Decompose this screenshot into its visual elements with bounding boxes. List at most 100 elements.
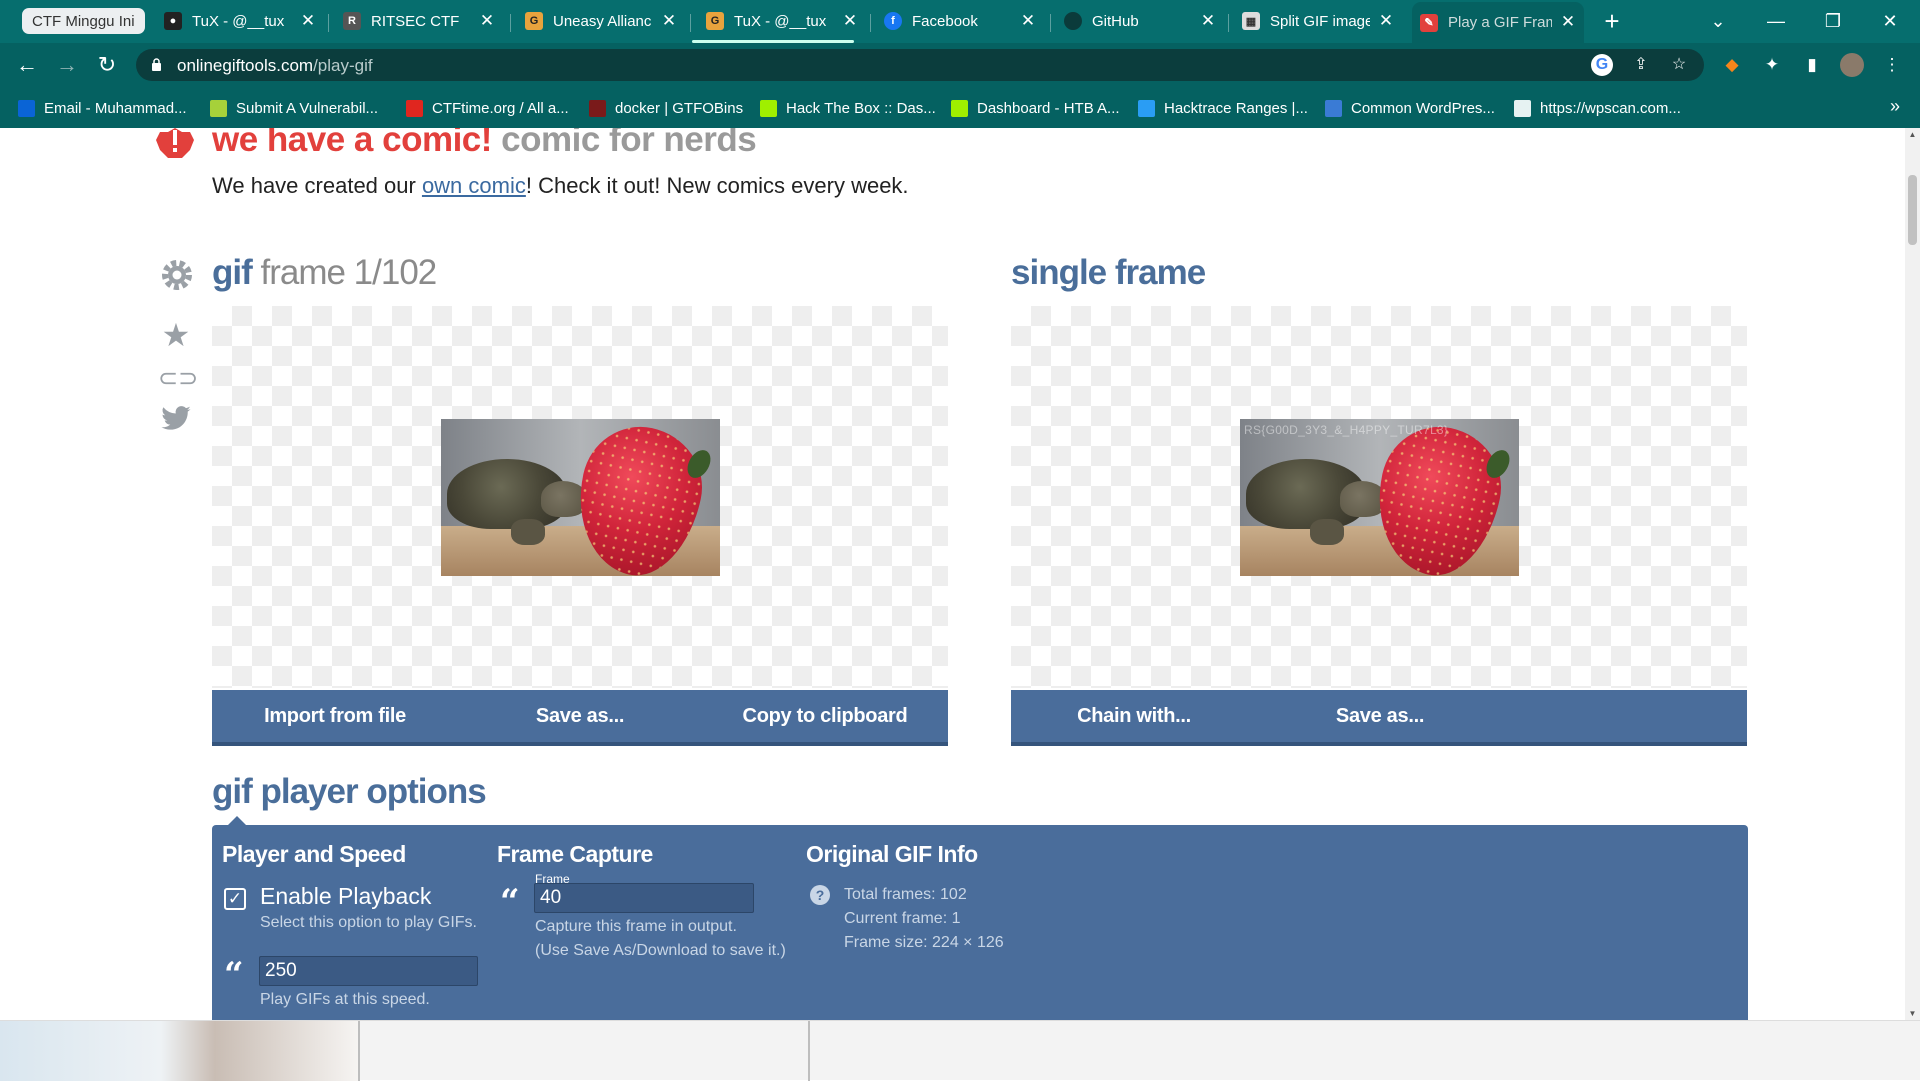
tab-group-label: CTF Minggu Ini bbox=[32, 12, 135, 30]
bookmark-hacktrace[interactable]: Hacktrace Ranges |... bbox=[1138, 98, 1308, 118]
options-title: gif player options bbox=[212, 772, 487, 811]
right-tool-title: single frame bbox=[1011, 253, 1206, 292]
close-icon[interactable]: ✕ bbox=[1198, 11, 1218, 31]
bookmark-hackthebox[interactable]: Hack The Box :: Das... bbox=[760, 98, 936, 118]
close-icon[interactable]: ✕ bbox=[1558, 12, 1578, 32]
frame-input[interactable] bbox=[534, 883, 754, 913]
ctftime-icon bbox=[406, 99, 423, 117]
metamask-icon[interactable]: ◆ bbox=[1720, 53, 1744, 77]
save-as-button[interactable]: Save as... bbox=[1257, 705, 1503, 728]
link-icon[interactable]: ⊂⊃ bbox=[158, 364, 198, 393]
address-bar[interactable]: onlinegiftools.com/play-gif G ⇪ ☆ bbox=[136, 49, 1704, 81]
tab-split-gif[interactable]: ▦ Split GIF image ✕ bbox=[1242, 6, 1402, 36]
g-icon: G bbox=[525, 12, 543, 30]
extensions-puzzle-icon[interactable]: ✦ bbox=[1760, 53, 1784, 77]
reload-icon[interactable]: ↻ bbox=[92, 51, 122, 79]
player-speed-heading: Player and Speed bbox=[222, 841, 406, 867]
bookmark-wpscan[interactable]: https://wpscan.com... bbox=[1514, 98, 1681, 118]
gtfobins-icon bbox=[589, 99, 606, 117]
close-icon[interactable]: ✕ bbox=[840, 11, 860, 31]
quote-icon: “ bbox=[224, 955, 244, 995]
tab-ritsec-ctf[interactable]: R RITSEC CTF ✕ bbox=[343, 6, 503, 36]
scrollbar-thumb[interactable] bbox=[1908, 175, 1917, 245]
tab-github[interactable]: GitHub ✕ bbox=[1064, 6, 1224, 36]
tab-label: Play a GIF Fram bbox=[1448, 14, 1552, 31]
wordpress-icon bbox=[1325, 99, 1342, 117]
close-icon[interactable]: ✕ bbox=[659, 11, 679, 31]
bookmark-ctftime[interactable]: CTFtime.org / All a... bbox=[406, 98, 569, 118]
own-comic-link[interactable]: own comic bbox=[422, 173, 526, 198]
wpscan-icon bbox=[1514, 99, 1531, 117]
bookmark-gtfobins[interactable]: docker | GTFOBins bbox=[589, 98, 743, 118]
url-text[interactable]: onlinegiftools.com/play-gif bbox=[177, 56, 373, 76]
close-icon[interactable]: ✕ bbox=[298, 11, 318, 31]
lock-icon[interactable] bbox=[151, 58, 162, 71]
enable-playback-label[interactable]: Enable Playback bbox=[260, 883, 431, 910]
onlinegiftools-icon: ✎ bbox=[1420, 13, 1438, 32]
forward-icon[interactable]: → bbox=[52, 51, 82, 79]
bookmark-star-icon[interactable]: ☆ bbox=[1668, 54, 1690, 76]
close-icon[interactable]: ✕ bbox=[1018, 11, 1038, 31]
split-gif-icon: ▦ bbox=[1242, 12, 1260, 30]
bookmark-email[interactable]: Email - Muhammad... bbox=[18, 98, 187, 118]
settings-gear-icon[interactable] bbox=[158, 256, 196, 294]
current-frame-info: Current frame: 1 bbox=[844, 910, 961, 927]
chain-with-button[interactable]: Chain with... bbox=[1011, 705, 1257, 728]
alert-badge-icon bbox=[156, 128, 194, 158]
outlook-icon bbox=[18, 99, 35, 117]
new-tab-button[interactable]: + bbox=[1598, 8, 1626, 36]
restore-button[interactable]: ❐ bbox=[1815, 6, 1851, 36]
tab-facebook[interactable]: f Facebook ✕ bbox=[884, 6, 1044, 36]
output-frame-preview: RS{G00D_3Y3_&_H4PPY_TUR7L3} bbox=[1240, 419, 1519, 576]
bookmark-common-wordpress[interactable]: Common WordPres... bbox=[1325, 98, 1495, 118]
help-icon[interactable]: ? bbox=[810, 885, 830, 905]
copy-to-clipboard-button[interactable]: Copy to clipboard bbox=[702, 705, 948, 728]
tab-tux-2[interactable]: G TuX - @__tux ✕ bbox=[706, 6, 866, 36]
bookmark-submit-vulnerability[interactable]: Submit A Vulnerabil... bbox=[210, 98, 378, 118]
window-close-button[interactable]: ✕ bbox=[1872, 6, 1908, 36]
tab-group-ctf-minggu-ini[interactable]: CTF Minggu Ini bbox=[22, 8, 145, 34]
input-gif-canvas[interactable] bbox=[212, 306, 948, 688]
menu-kebab-icon[interactable]: ⋮ bbox=[1880, 53, 1904, 77]
frame-help-2: (Use Save As/Download to save it.) bbox=[535, 942, 786, 959]
total-frames-info: Total frames: 102 bbox=[844, 886, 967, 903]
share-icon[interactable]: ⇪ bbox=[1630, 54, 1652, 76]
g-icon: G bbox=[706, 12, 724, 30]
bugcrowd-icon bbox=[210, 99, 227, 117]
taskbar-preview-thumbnail[interactable] bbox=[0, 1021, 358, 1081]
tab-tux-1[interactable]: ● TuX - @__tux ✕ bbox=[164, 6, 324, 36]
profile-avatar[interactable] bbox=[1840, 53, 1864, 77]
speed-help: Play GIFs at this speed. bbox=[260, 991, 430, 1008]
speed-input[interactable] bbox=[259, 956, 478, 986]
tab-label: TuX - @__tux bbox=[734, 12, 827, 30]
options-panel: Player and Speed ✓ Enable Playback Selec… bbox=[212, 825, 1748, 1020]
browser-toolbar: ← → ↻ onlinegiftools.com/play-gif G ⇪ ☆ … bbox=[0, 43, 1920, 87]
back-icon[interactable]: ← bbox=[12, 51, 42, 79]
output-frame-canvas[interactable]: RS{G00D_3Y3_&_H4PPY_TUR7L3} bbox=[1011, 306, 1747, 688]
minimize-button[interactable]: — bbox=[1758, 6, 1794, 36]
bookmark-htb-academy[interactable]: Dashboard - HTB A... bbox=[951, 98, 1120, 118]
comic-heading-red: we have a comic! bbox=[212, 128, 492, 159]
tab-uneasy-alliance[interactable]: G Uneasy Allianc ✕ bbox=[525, 6, 685, 36]
ritsec-icon: R bbox=[343, 12, 361, 30]
google-lens-icon[interactable]: G bbox=[1591, 54, 1613, 76]
favorite-star-icon[interactable]: ★ bbox=[158, 316, 194, 354]
side-panel-icon[interactable]: ▮ bbox=[1800, 53, 1824, 77]
facebook-icon: f bbox=[884, 12, 902, 30]
save-as-button[interactable]: Save as... bbox=[458, 705, 702, 728]
tab-label: Split GIF image bbox=[1270, 12, 1370, 30]
bookmarks-overflow-icon[interactable]: » bbox=[1890, 96, 1900, 117]
github-icon bbox=[1064, 12, 1082, 30]
import-from-file-button[interactable]: Import from file bbox=[212, 705, 458, 728]
tab-play-gif-active[interactable]: ✎ Play a GIF Fram ✕ bbox=[1412, 2, 1584, 43]
htb-icon bbox=[951, 99, 968, 117]
page-scrollbar[interactable]: ▲ ▼ bbox=[1905, 128, 1920, 1020]
comic-heading-grey: comic for nerds bbox=[501, 128, 757, 159]
tab-search-icon[interactable]: ⌄ bbox=[1700, 6, 1736, 36]
close-icon[interactable]: ✕ bbox=[477, 11, 497, 31]
enable-playback-checkbox[interactable]: ✓ bbox=[224, 888, 246, 910]
tab-label: Uneasy Allianc bbox=[553, 12, 652, 30]
close-icon[interactable]: ✕ bbox=[1376, 11, 1396, 31]
tab-strip: CTF Minggu Ini ● TuX - @__tux ✕ R RITSEC… bbox=[0, 0, 1920, 43]
twitter-icon[interactable] bbox=[158, 403, 194, 439]
